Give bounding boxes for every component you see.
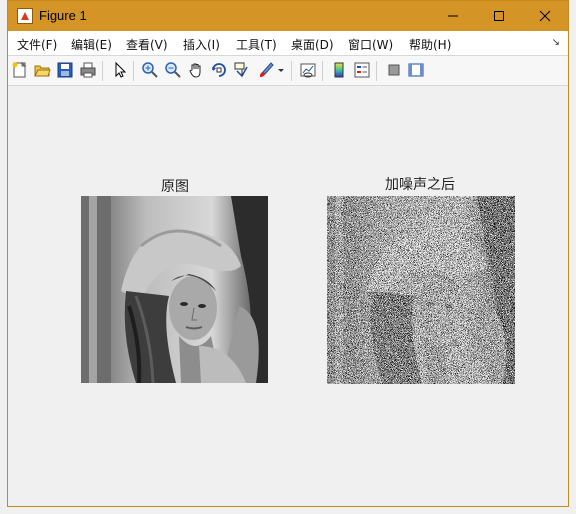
original-image-title: 原图	[161, 179, 189, 195]
figure-window: Figure 1 文件(F) 编辑(E) 查看(V) 插入(I) 工具(T) 桌…	[7, 0, 569, 507]
zoom-in-icon[interactable]	[141, 61, 159, 79]
figure-toolbar	[8, 56, 568, 86]
menu-help[interactable]: 帮助(H)	[409, 36, 451, 53]
noisy-image-title: 加噪声之后	[385, 177, 455, 193]
print-icon[interactable]	[79, 61, 97, 79]
maximize-button[interactable]	[476, 1, 522, 31]
window-controls	[430, 1, 568, 31]
brush-dropdown-icon[interactable]	[276, 61, 286, 79]
new-figure-icon[interactable]	[11, 61, 29, 79]
data-cursor-icon[interactable]	[233, 61, 251, 79]
toolbar-separator	[376, 61, 377, 81]
pointer-icon[interactable]	[111, 61, 129, 79]
menu-tools[interactable]: 工具(T)	[236, 36, 277, 53]
close-icon	[539, 10, 551, 22]
menu-bar: 文件(F) 编辑(E) 查看(V) 插入(I) 工具(T) 桌面(D) 窗口(W…	[8, 31, 568, 56]
window-title: Figure 1	[39, 8, 87, 23]
zoom-out-icon[interactable]	[164, 61, 182, 79]
figure-canvas[interactable]: 原图 加噪声之后	[8, 86, 568, 506]
rotate-3d-icon[interactable]	[210, 61, 228, 79]
menu-window[interactable]: 窗口(W)	[348, 36, 393, 53]
close-button[interactable]	[522, 1, 568, 31]
menu-insert[interactable]: 插入(I)	[183, 36, 220, 53]
original-image[interactable]	[81, 196, 268, 383]
noisy-portrait-graphic	[327, 196, 515, 384]
noisy-image[interactable]	[327, 196, 515, 384]
save-icon[interactable]	[56, 61, 74, 79]
colorbar-icon[interactable]	[330, 61, 348, 79]
toolbar-separator	[291, 61, 292, 81]
toolbar-separator	[133, 61, 134, 81]
minimize-icon	[448, 15, 458, 17]
maximize-icon	[494, 11, 504, 21]
show-plot-tools-icon[interactable]	[407, 61, 425, 79]
link-plot-icon[interactable]	[299, 61, 317, 79]
toolbar-separator	[322, 61, 323, 81]
pan-hand-icon[interactable]	[187, 61, 205, 79]
dock-arrow-icon[interactable]: ↘	[552, 37, 560, 48]
matlab-app-icon	[17, 8, 33, 24]
legend-icon[interactable]	[353, 61, 371, 79]
title-bar[interactable]: Figure 1	[8, 1, 568, 31]
menu-view[interactable]: 查看(V)	[126, 36, 168, 53]
menu-desktop[interactable]: 桌面(D)	[291, 36, 334, 53]
menu-file[interactable]: 文件(F)	[17, 36, 57, 53]
minimize-button[interactable]	[430, 1, 476, 31]
open-file-icon[interactable]	[33, 61, 51, 79]
toolbar-separator	[102, 61, 103, 81]
original-portrait-graphic	[81, 196, 268, 383]
menu-edit[interactable]: 编辑(E)	[71, 36, 112, 53]
brush-icon[interactable]	[257, 61, 275, 79]
hide-plot-tools-icon[interactable]	[385, 61, 403, 79]
